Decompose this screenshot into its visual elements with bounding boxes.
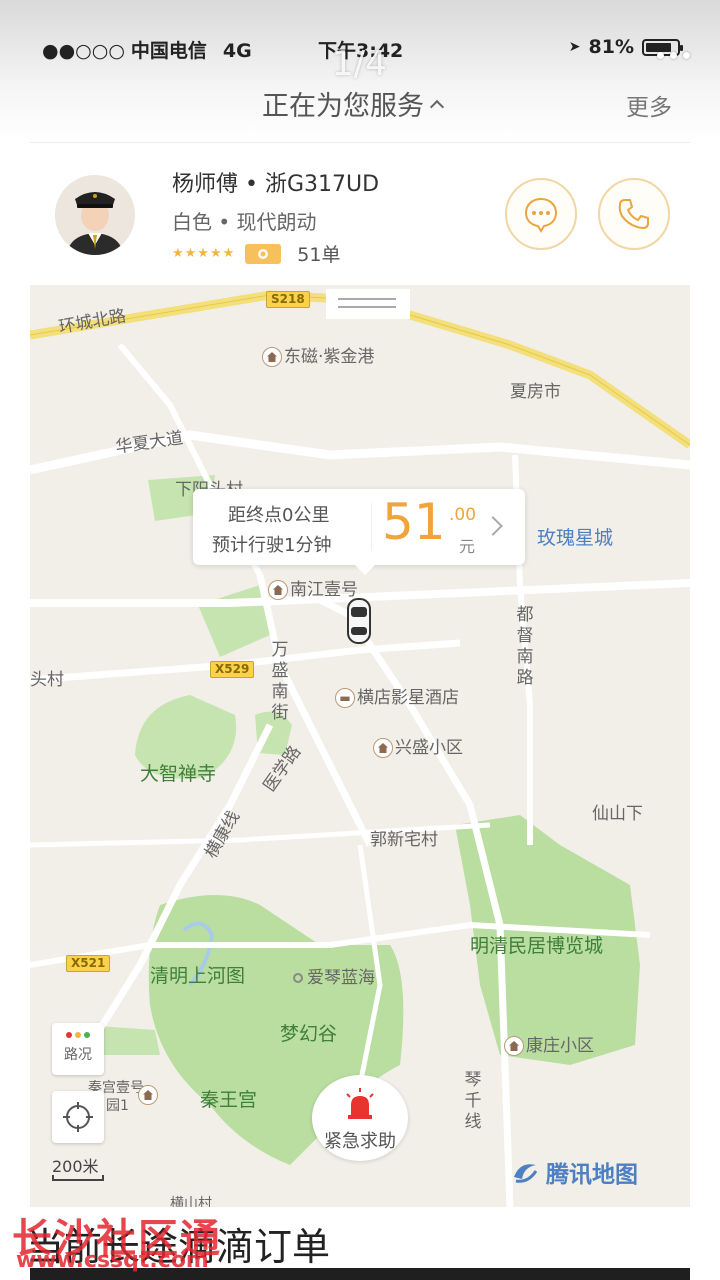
map-label-menghuan: 梦幻谷	[280, 1023, 338, 1045]
map-scale-label: 200米	[52, 1157, 99, 1176]
chevron-right-icon	[483, 516, 503, 536]
app-navbar: 正在为您服务 更多	[0, 78, 720, 128]
sos-button[interactable]: 紧急求助	[312, 1075, 408, 1161]
driver-avatar[interactable]	[55, 175, 135, 255]
map-base-layer	[30, 290, 690, 1207]
panel-drag-handle[interactable]	[326, 289, 410, 319]
map-poi-aiqin: 爱琴蓝海	[293, 963, 375, 988]
car-description: 白色 • 现代朗动	[172, 210, 317, 234]
driver-avatar-icon	[55, 175, 135, 255]
driver-level-badge	[245, 243, 282, 264]
message-button[interactable]	[505, 178, 577, 250]
carrier-name: 中国电信	[130, 40, 207, 62]
residence-icon	[504, 1036, 524, 1056]
map-label-dudu: 都督南路	[516, 605, 534, 688]
map-label-qinqian: 琴千线	[464, 1070, 482, 1132]
map-label-wansheng: 万盛南街	[271, 640, 289, 723]
call-button[interactable]	[598, 178, 670, 250]
chevron-up-icon	[429, 99, 445, 115]
map-scale-bar	[52, 1175, 104, 1181]
map-poi-hotel: ▬ 横店影星酒店	[335, 683, 459, 708]
traffic-light-icon	[52, 1032, 104, 1038]
trip-duration: 预计行驶1分钟	[212, 535, 332, 556]
divider	[30, 142, 690, 143]
medal-icon	[258, 248, 269, 259]
network-type: 4G	[222, 40, 252, 62]
residence-icon	[373, 738, 393, 758]
alarm-light-icon	[346, 1088, 374, 1119]
road-tag-x529: X529	[210, 661, 255, 678]
hotel-icon: ▬	[335, 688, 355, 708]
residence-icon	[138, 1085, 158, 1105]
map-label-meigui: 玫瑰星城	[537, 527, 614, 549]
map-label-mingqing: 明清民居博览城	[470, 935, 604, 957]
residence-icon	[268, 580, 288, 600]
order-count: 51单	[297, 244, 341, 266]
fare-unit: 元	[459, 537, 476, 556]
status-left: ●●○○○ 中国电信 4G	[42, 36, 252, 63]
map-label-qinwang: 秦王宫	[200, 1089, 258, 1111]
tencent-map-icon	[514, 1164, 538, 1183]
more-dots-icon[interactable]	[657, 52, 690, 59]
road-tag-x521: X521	[66, 955, 111, 972]
crosshair-icon	[63, 1102, 93, 1132]
map-label-guoxin: 郭新宅村	[370, 830, 438, 850]
poi-dot-icon	[293, 973, 303, 983]
map-poi-dongci: 东磁·紫金港	[262, 342, 374, 367]
chat-icon	[524, 197, 558, 233]
map-label-toucun: 头村	[30, 670, 64, 690]
phone-icon	[618, 199, 649, 229]
traffic-label: 路况	[64, 1047, 92, 1063]
map-label-xianshan: 仙山下	[592, 804, 643, 824]
map-poi-residence	[138, 1085, 160, 1105]
more-button[interactable]: 更多	[626, 88, 672, 122]
locate-me-button[interactable]	[52, 1091, 104, 1143]
residence-icon	[262, 347, 282, 367]
map-view[interactable]: S218 环城北路 东磁·紫金港 夏房市 华夏大道 下阳头村 玫瑰星城 距终点0…	[30, 285, 690, 1207]
driver-name-plate: 杨师傅 • 浙G317UD	[172, 172, 380, 197]
map-poi-kangzhuang: 康庄小区	[504, 1031, 594, 1056]
map-label-qingming: 清明上河图	[150, 965, 246, 987]
map-provider-logo: 腾讯地图	[510, 1155, 638, 1189]
map-label-hengshan: 横山村	[170, 1196, 212, 1207]
fare-decimal: .00	[449, 505, 477, 525]
service-status-text: 正在为您服务	[262, 91, 424, 122]
map-label-dazhi: 大智禅寺	[140, 763, 217, 785]
driver-card: 杨师傅 • 浙G317UD 白色 • 现代朗动 ★★★★★ 51单	[30, 150, 690, 280]
traffic-toggle-button[interactable]: 路况	[52, 1023, 104, 1075]
bubble-divider	[371, 503, 372, 551]
map-label-yuan1: 园1	[106, 1098, 129, 1114]
car-marker-icon	[347, 598, 371, 644]
service-status-title[interactable]: 正在为您服务	[262, 84, 445, 123]
rating-stars: ★★★★★	[172, 246, 236, 261]
map-poi-nanjiang: 南江壹号	[268, 575, 358, 600]
signal-strength: ●●○○○	[42, 40, 125, 62]
fare-amount: 51	[382, 493, 446, 551]
battery-percent: 81%	[588, 36, 634, 58]
trip-info-bubble[interactable]: 距终点0公里 预计行驶1分钟 51 .00 元	[193, 489, 525, 575]
driver-rating: ★★★★★ 51单	[172, 240, 340, 267]
road-tag-s218: S218	[266, 291, 310, 308]
watermark-url: www.cssqt.com	[16, 1248, 209, 1273]
location-arrow-icon: ➤	[568, 39, 581, 55]
sos-label: 紧急求助	[324, 1131, 396, 1152]
trip-distance: 距终点0公里	[228, 505, 330, 526]
map-poi-xingsheng: 兴盛小区	[373, 733, 463, 758]
map-provider-name: 腾讯地图	[546, 1162, 638, 1188]
map-label-xiafang: 夏房市	[510, 382, 561, 402]
